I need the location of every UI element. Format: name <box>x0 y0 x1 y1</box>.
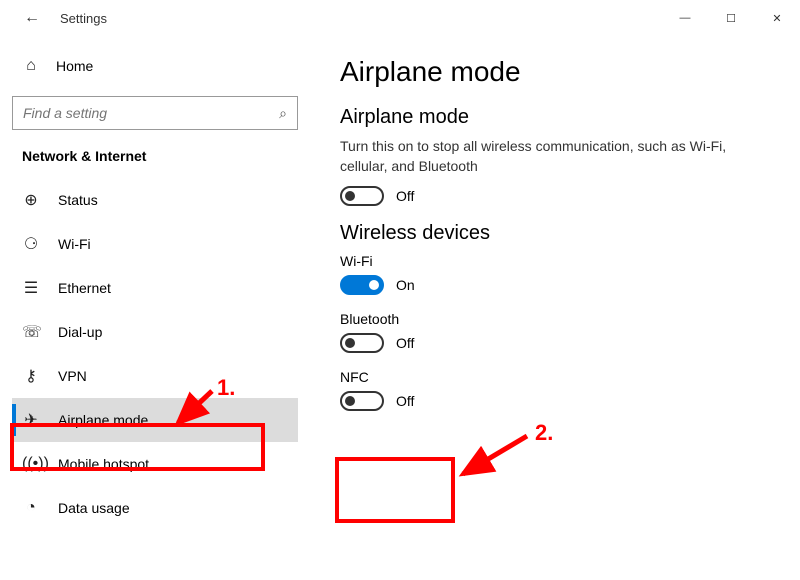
nfc-state-label: Off <box>396 393 414 409</box>
sidebar-item-label: Dial-up <box>58 324 102 340</box>
sidebar-item-label: Data usage <box>58 500 130 516</box>
data-usage-icon: ◔ <box>22 499 40 517</box>
search-icon: ⌕ <box>279 105 287 122</box>
wifi-toggle[interactable] <box>340 275 384 295</box>
airplane-icon: ✈ <box>22 410 40 430</box>
search-box[interactable]: ⌕ <box>12 96 298 130</box>
home-label: Home <box>56 58 93 74</box>
sidebar-item-vpn[interactable]: ⚷ VPN <box>12 354 298 398</box>
bluetooth-label: Bluetooth <box>340 311 776 327</box>
content-pane: Airplane mode Airplane mode Turn this on… <box>310 36 800 580</box>
dialup-icon: ☏ <box>22 322 40 342</box>
sidebar-item-home[interactable]: ⌂ Home <box>12 48 298 84</box>
hotspot-icon: ((•)) <box>22 455 40 473</box>
page-title: Airplane mode <box>340 56 776 88</box>
sidebar: ⌂ Home ⌕ Network & Internet ⊕ Status ⚆ W… <box>0 36 310 580</box>
sidebar-item-dialup[interactable]: ☏ Dial-up <box>12 310 298 354</box>
search-input[interactable] <box>23 105 279 121</box>
close-button[interactable]: ✕ <box>754 2 800 34</box>
airplane-mode-heading: Airplane mode <box>340 106 776 129</box>
sidebar-item-airplane-mode[interactable]: ✈ Airplane mode <box>12 398 298 442</box>
airplane-mode-description: Turn this on to stop all wireless commun… <box>340 137 776 176</box>
sidebar-item-ethernet[interactable]: ☰ Ethernet <box>12 266 298 310</box>
wireless-devices-heading: Wireless devices <box>340 222 776 245</box>
wifi-label: Wi-Fi <box>340 253 776 269</box>
sidebar-section-label: Network & Internet <box>12 148 298 164</box>
sidebar-item-label: Status <box>58 192 98 208</box>
ethernet-icon: ☰ <box>22 278 40 298</box>
wifi-icon: ⚆ <box>22 234 40 254</box>
sidebar-item-wifi[interactable]: ⚆ Wi-Fi <box>12 222 298 266</box>
wifi-state-label: On <box>396 277 415 293</box>
minimize-button[interactable]: — <box>662 2 708 34</box>
sidebar-item-label: Airplane mode <box>58 412 148 428</box>
vpn-icon: ⚷ <box>22 366 40 386</box>
nfc-label: NFC <box>340 369 776 385</box>
airplane-mode-state-label: Off <box>396 188 414 204</box>
sidebar-item-label: Ethernet <box>58 280 111 296</box>
window-title: Settings <box>60 11 107 26</box>
sidebar-item-mobile-hotspot[interactable]: ((•)) Mobile hotspot <box>12 442 298 486</box>
nfc-toggle[interactable] <box>340 391 384 411</box>
sidebar-item-label: Wi-Fi <box>58 236 91 252</box>
window-controls: — ☐ ✕ <box>662 2 800 34</box>
sidebar-item-data-usage[interactable]: ◔ Data usage <box>12 486 298 530</box>
home-icon: ⌂ <box>22 57 40 75</box>
sidebar-item-status[interactable]: ⊕ Status <box>12 178 298 222</box>
maximize-button[interactable]: ☐ <box>708 2 754 34</box>
status-icon: ⊕ <box>22 190 40 210</box>
back-button[interactable]: ← <box>16 2 48 34</box>
sidebar-item-label: Mobile hotspot <box>58 456 149 472</box>
titlebar: ← Settings — ☐ ✕ <box>0 0 800 36</box>
sidebar-item-label: VPN <box>58 368 87 384</box>
bluetooth-toggle[interactable] <box>340 333 384 353</box>
airplane-mode-toggle[interactable] <box>340 186 384 206</box>
bluetooth-state-label: Off <box>396 335 414 351</box>
